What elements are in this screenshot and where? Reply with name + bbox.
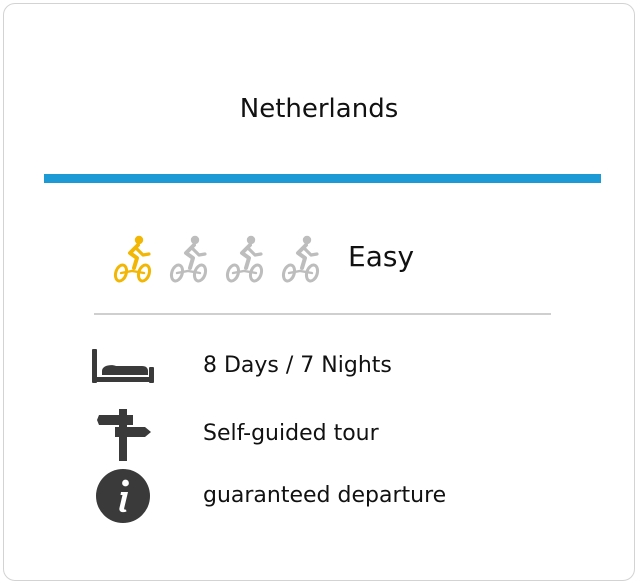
bed-icon [92, 349, 154, 383]
tour-type-row: Self-guided tour [89, 404, 609, 464]
difficulty-rating: Easy [110, 229, 414, 289]
departure-row: guaranteed departure [89, 466, 609, 526]
accent-bar [44, 174, 601, 183]
difficulty-label: Easy [348, 240, 415, 273]
info-circle-icon [96, 469, 150, 523]
tour-type-text: Self-guided tour [203, 421, 379, 446]
bicycle-rider-icon [281, 235, 320, 283]
destination-title: Netherlands [239, 94, 399, 124]
section-divider [94, 313, 551, 315]
departure-text: guaranteed departure [203, 483, 447, 508]
bicycle-rider-icon [113, 235, 152, 283]
bicycle-rider-icon [225, 235, 264, 283]
bicycle-rider-icon [169, 235, 208, 283]
duration-text: 8 Days / 7 Nights [203, 353, 392, 378]
signpost-icon [97, 409, 151, 461]
tour-info-card: Netherlands Easy 8 Days / 7 Nights Self-… [3, 3, 635, 581]
duration-row: 8 Days / 7 Nights [89, 336, 609, 396]
